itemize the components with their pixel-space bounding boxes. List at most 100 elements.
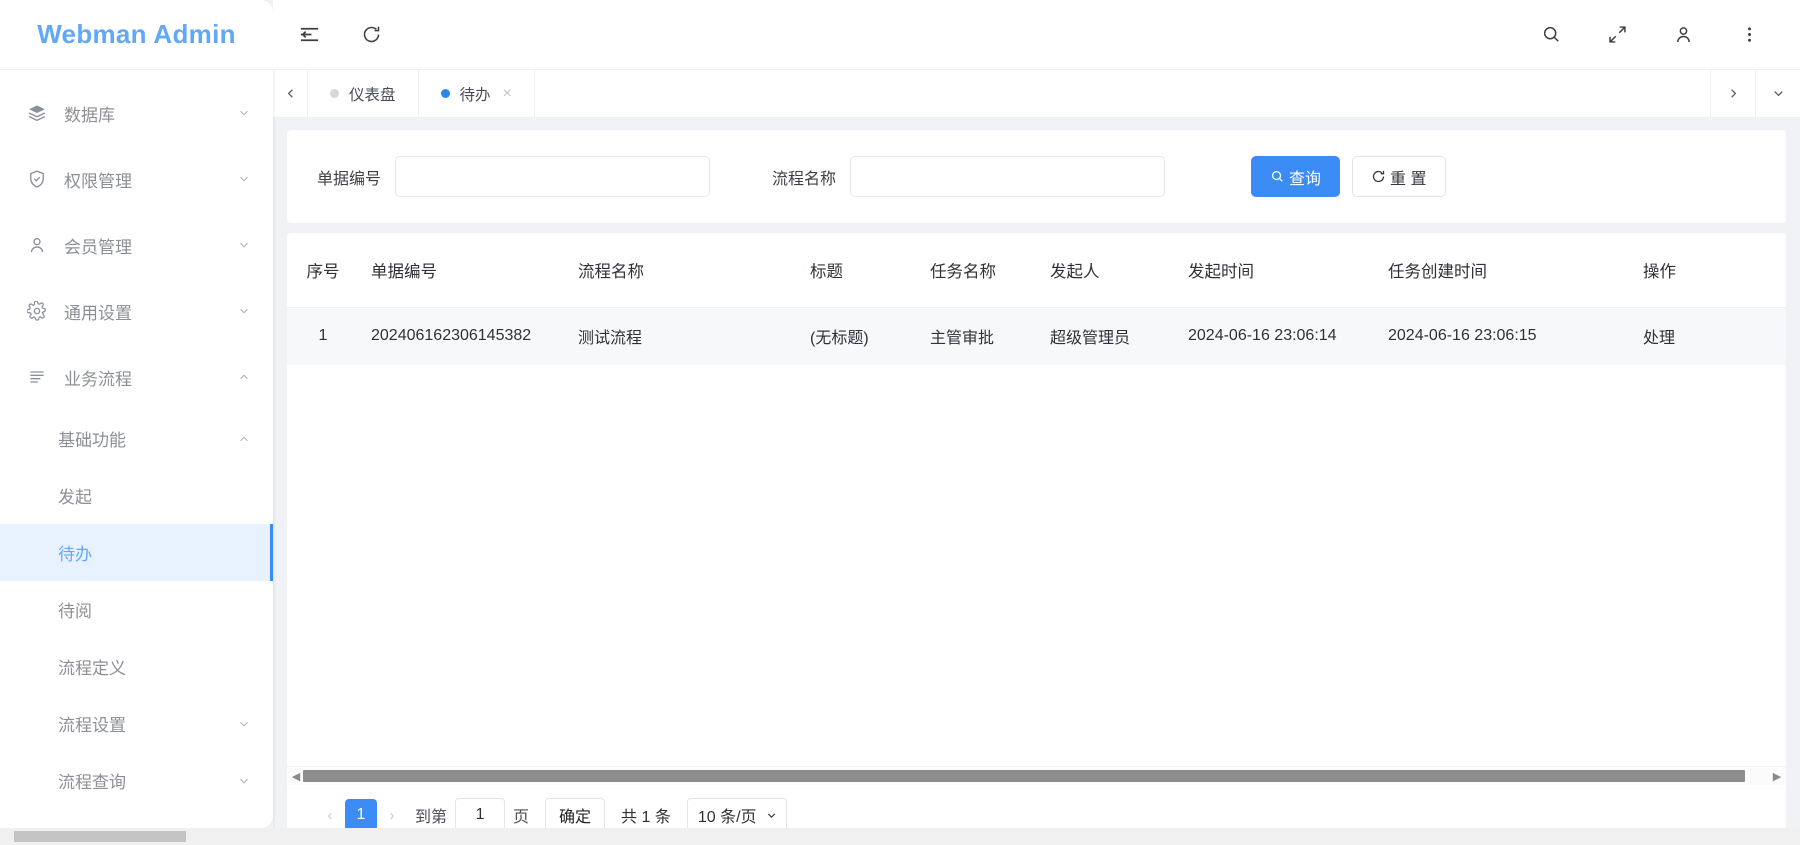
tabbar-prev-button[interactable] [273, 70, 308, 117]
refresh-icon [1371, 169, 1386, 184]
cell-start-time: 2024-06-16 23:06:14 [1176, 307, 1376, 365]
sidebar-item-flow-definition[interactable]: 流程定义 [0, 638, 273, 695]
scrollbar-track[interactable] [303, 770, 1770, 782]
todo-table: 序号 单据编号 流程名称 标题 任务名称 发起人 发起时间 任务创建时间 操作 [287, 233, 1786, 365]
page-next-button[interactable]: › [377, 800, 407, 830]
sidebar-item-todo[interactable]: 待办 [0, 524, 273, 581]
page-number-1[interactable]: 1 [345, 799, 377, 831]
refresh-icon[interactable] [361, 24, 382, 45]
filter-label: 单据编号 [317, 170, 382, 188]
user-icon [26, 234, 48, 256]
tab-label: 待办 [459, 86, 491, 104]
menu-fold-icon[interactable] [298, 23, 321, 46]
chevron-down-icon [237, 717, 251, 731]
table-head: 序号 单据编号 流程名称 标题 任务名称 发起人 发起时间 任务创建时间 操作 [287, 233, 1786, 308]
page-size-select[interactable]: 10 条/页 [686, 798, 787, 832]
total-count-label: 共 1 条 [621, 809, 671, 826]
table-row[interactable]: 1 202406162306145382 测试流程 (无标题) 主管审批 超级管… [287, 307, 1786, 365]
fullscreen-icon[interactable] [1607, 24, 1628, 45]
sidebar-item-business-process[interactable]: 业务流程 [0, 344, 273, 410]
sidebar-subitem-label: 待阅 [58, 602, 92, 621]
sidebar-item-flow-settings[interactable]: 流程设置 [0, 695, 273, 752]
sidebar-item-basic-functions[interactable]: 基础功能 [0, 410, 273, 467]
layers-icon [26, 102, 48, 124]
sidebar-subitem-label: 流程定义 [58, 659, 126, 678]
cell-doc-no: 202406162306145382 [359, 307, 566, 365]
topbar-right-controls [1541, 24, 1800, 45]
brand-logo[interactable]: Webman Admin [0, 0, 273, 70]
chevron-down-icon [237, 774, 251, 788]
table-panel: 序号 单据编号 流程名称 标题 任务名称 发起人 发起时间 任务创建时间 操作 [287, 233, 1786, 845]
process-action-link[interactable]: 处理 [1643, 330, 1675, 347]
sidebar-item-permissions[interactable]: 权限管理 [0, 146, 273, 212]
topbar-left-controls [273, 23, 382, 46]
topbar [273, 0, 1800, 70]
scroll-right-icon[interactable]: ▶ [1770, 770, 1784, 783]
content-area: 单据编号 流程名称 查询 重 置 序号 单据编号 流程名称 标题 任务名称 发起… [273, 118, 1800, 845]
app-root: Webman Admin 数据库 权限管理 会员管理 通用设置 业务流程 基础功… [0, 0, 1800, 845]
flow-name-input[interactable] [850, 156, 1166, 197]
scroll-left-icon[interactable]: ◀ [289, 770, 303, 783]
cell-flow-name: 测试流程 [566, 307, 798, 365]
tabbar-dropdown-button[interactable] [1755, 70, 1800, 117]
cell-initiator: 超级管理员 [1038, 307, 1176, 365]
page-prev-button[interactable]: ‹ [315, 800, 345, 830]
reset-button[interactable]: 重 置 [1352, 156, 1446, 197]
chevron-down-icon [237, 238, 251, 252]
sidebar-subitem-label: 基础功能 [58, 431, 126, 450]
more-vertical-icon[interactable] [1739, 24, 1760, 45]
tabbar-tabs: 仪表盘 待办 × [308, 70, 1710, 117]
filter-buttons: 查询 重 置 [1251, 156, 1446, 197]
tab-dashboard[interactable]: 仪表盘 [308, 70, 419, 117]
main-area: 仪表盘 待办 × 单据编号 流程名称 查询 重 置 序号 单据编号 流程名称 标… [273, 0, 1800, 845]
tabbar: 仪表盘 待办 × [273, 70, 1800, 118]
tab-status-dot-icon [440, 89, 450, 98]
sidebar-item-members[interactable]: 会员管理 [0, 212, 273, 278]
sidebar: Webman Admin 数据库 权限管理 会员管理 通用设置 业务流程 基础功… [0, 0, 273, 828]
scrollbar-thumb[interactable] [303, 770, 1746, 782]
goto-page-suffix-label: 页 [513, 809, 530, 826]
col-initiator: 发起人 [1038, 233, 1176, 308]
col-flow-name: 流程名称 [566, 233, 798, 308]
query-button[interactable]: 查询 [1251, 156, 1341, 197]
sidebar-item-toread[interactable]: 待阅 [0, 581, 273, 638]
col-task-name: 任务名称 [918, 233, 1038, 308]
page-scrollbar-thumb[interactable] [14, 831, 186, 842]
close-icon[interactable]: × [503, 85, 512, 102]
sidebar-item-general-settings[interactable]: 通用设置 [0, 278, 273, 344]
sidebar-menu: 数据库 权限管理 会员管理 通用设置 业务流程 基础功能 发起 待办 待阅 流程… [0, 70, 273, 828]
col-doc-no: 单据编号 [359, 233, 566, 308]
tab-todo[interactable]: 待办 × [419, 70, 535, 117]
tab-label: 仪表盘 [349, 86, 396, 104]
brand-title: Webman Admin [37, 19, 236, 49]
sidebar-subitem-label: 待办 [58, 545, 92, 564]
filter-panel: 单据编号 流程名称 查询 重 置 [287, 130, 1786, 223]
search-icon[interactable] [1541, 24, 1562, 45]
chevron-down-icon [237, 304, 251, 318]
goto-page-input[interactable] [455, 798, 506, 832]
filter-field-flow-name: 流程名称 [772, 156, 1166, 197]
tab-status-dot-icon [330, 89, 339, 98]
list-icon [26, 366, 48, 388]
sidebar-item-label: 业务流程 [64, 369, 132, 389]
sidebar-item-initiate[interactable]: 发起 [0, 467, 273, 524]
goto-page-prefix-label: 到第 [415, 809, 448, 826]
sidebar-item-advanced-functions[interactable]: 高级功能 [0, 809, 273, 828]
doc-no-input[interactable] [395, 156, 711, 197]
tabbar-next-button[interactable] [1710, 70, 1755, 117]
sidebar-item-label: 数据库 [64, 105, 115, 125]
table-horizontal-scrollbar[interactable]: ◀ ▶ [287, 766, 1786, 785]
search-icon [1270, 169, 1285, 184]
sidebar-item-database[interactable]: 数据库 [0, 80, 273, 146]
table-body: 1 202406162306145382 测试流程 (无标题) 主管审批 超级管… [287, 307, 1786, 365]
col-start-time: 发起时间 [1176, 233, 1376, 308]
user-icon[interactable] [1673, 24, 1694, 45]
sidebar-item-flow-query[interactable]: 流程查询 [0, 752, 273, 809]
col-action: 操作 [1631, 233, 1786, 308]
page-horizontal-scrollbar[interactable] [0, 828, 1800, 845]
filter-label: 流程名称 [772, 170, 837, 188]
sidebar-item-label: 会员管理 [64, 237, 132, 257]
goto-page-confirm-button[interactable]: 确定 [545, 798, 606, 832]
col-index: 序号 [287, 233, 359, 308]
query-button-label: 查询 [1289, 170, 1322, 188]
